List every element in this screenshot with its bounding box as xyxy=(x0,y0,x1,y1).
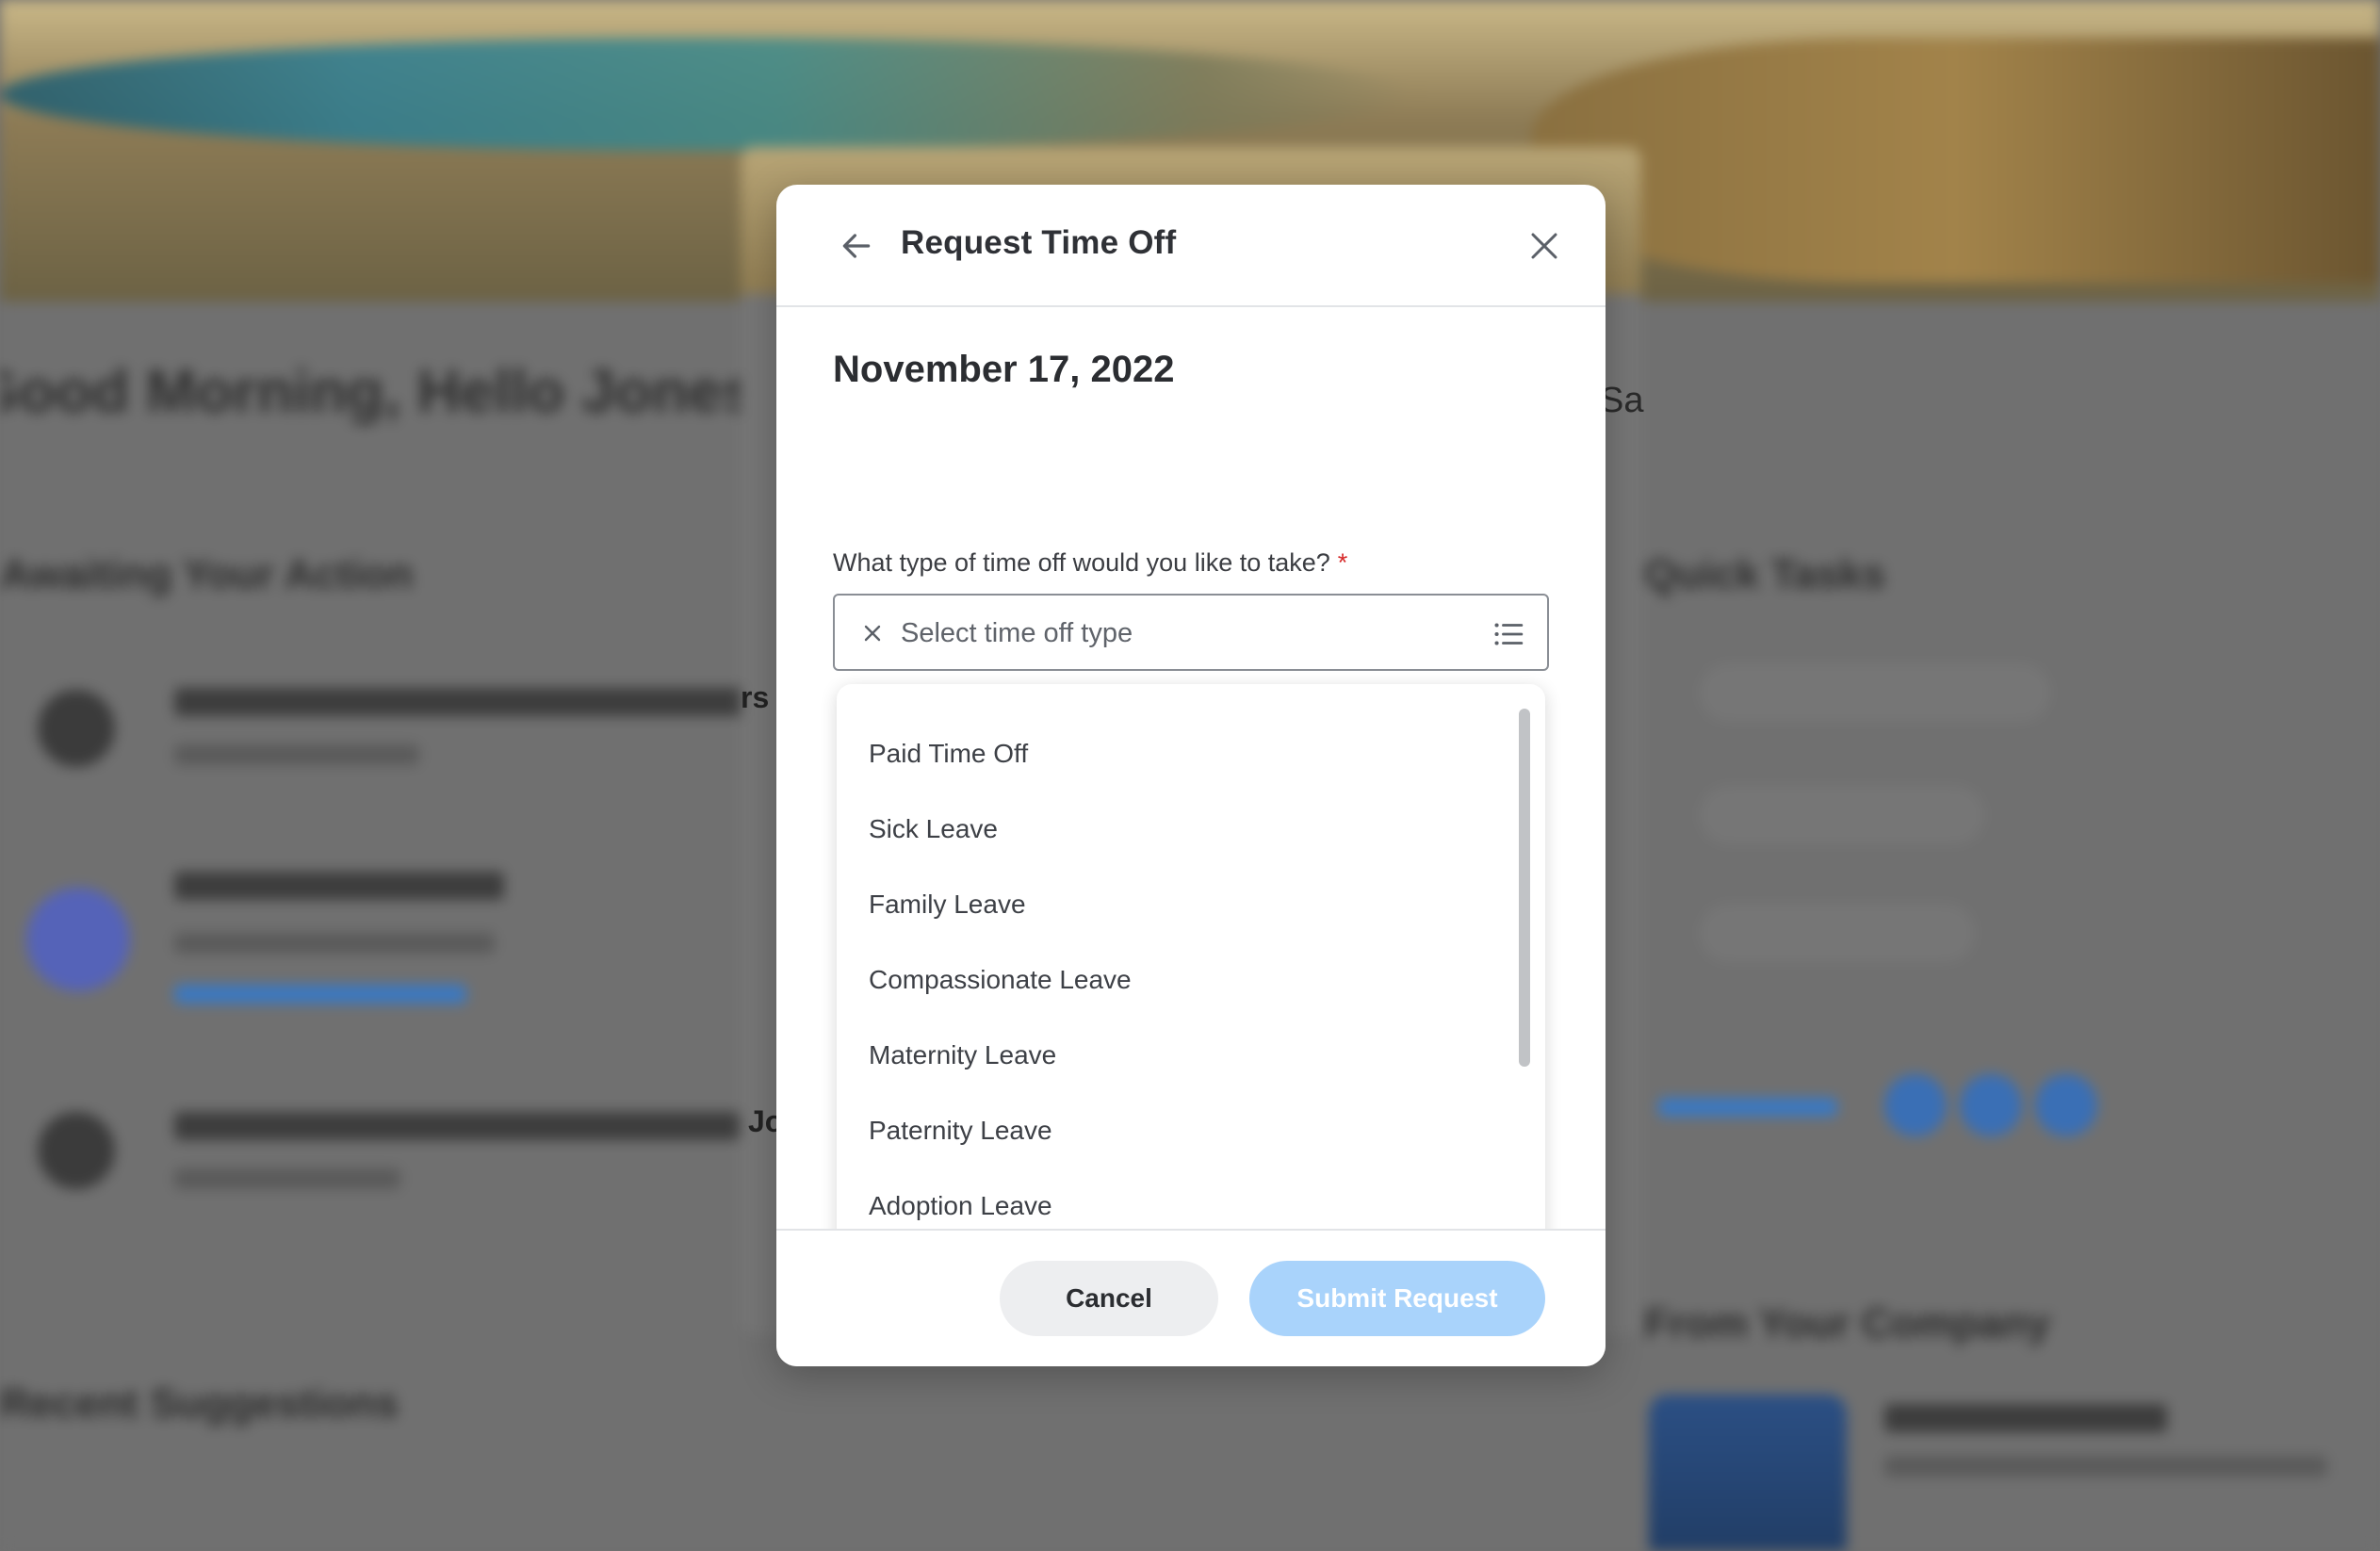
clear-x-icon xyxy=(864,625,881,642)
dialog-body: November 17, 2022 What type of time off … xyxy=(776,307,1606,1351)
clear-selection-button[interactable] xyxy=(856,616,889,650)
dropdown-option-compassionate-leave[interactable]: Compassionate Leave xyxy=(837,942,1545,1018)
background-section-quick-tasks: Quick Tasks xyxy=(1644,551,1885,597)
background-section-suggestions: Recent Suggestions xyxy=(0,1380,399,1427)
dropdown-options-list: Paid Time Off Sick Leave Family Leave Co… xyxy=(837,716,1545,1244)
arrow-left-icon xyxy=(842,234,871,258)
list-icon[interactable] xyxy=(1491,616,1528,652)
dialog-footer: Cancel Submit Request xyxy=(776,1229,1606,1366)
cancel-button[interactable]: Cancel xyxy=(1000,1261,1218,1336)
dialog-title: Request Time Off xyxy=(901,224,1177,261)
dropdown-option-paternity-leave[interactable]: Paternity Leave xyxy=(837,1093,1545,1168)
dropdown-scrollbar[interactable] xyxy=(1519,709,1530,1067)
dropdown-option-sick-leave[interactable]: Sick Leave xyxy=(837,792,1545,867)
submit-request-button[interactable]: Submit Request xyxy=(1249,1261,1545,1336)
dropdown-option-maternity-leave[interactable]: Maternity Leave xyxy=(837,1018,1545,1093)
dropdown-option-family-leave[interactable]: Family Leave xyxy=(837,867,1545,942)
required-asterisk: * xyxy=(1337,548,1348,577)
close-icon xyxy=(1531,233,1557,259)
question-label: What type of time off would you like to … xyxy=(833,548,1330,577)
selected-date-heading: November 17, 2022 xyxy=(833,349,1175,390)
request-time-off-dialog: Request Time Off November 17, 2022 What … xyxy=(776,185,1606,1366)
time-off-type-dropdown: Paid Time Off Sick Leave Family Leave Co… xyxy=(837,684,1545,1265)
dialog-header: Request Time Off xyxy=(776,185,1606,307)
background-greeting: Good Morning, Hello Jones xyxy=(0,357,756,425)
background-section-awaiting: Awaiting Your Action xyxy=(0,551,414,597)
dropdown-scrollbar-thumb[interactable] xyxy=(1519,709,1530,1067)
back-button[interactable] xyxy=(833,222,880,269)
time-off-type-question: What type of time off would you like to … xyxy=(833,548,1347,578)
background-edge-text: Sa xyxy=(1600,381,1644,420)
select-placeholder: Select time off type xyxy=(901,618,1133,648)
dropdown-option-paid-time-off[interactable]: Paid Time Off xyxy=(837,716,1545,792)
time-off-type-select[interactable]: Select time off type xyxy=(833,594,1549,671)
background-edge-text: rs xyxy=(741,680,770,714)
close-button[interactable] xyxy=(1521,222,1568,269)
background-section-company: From Your Company xyxy=(1644,1300,2051,1347)
